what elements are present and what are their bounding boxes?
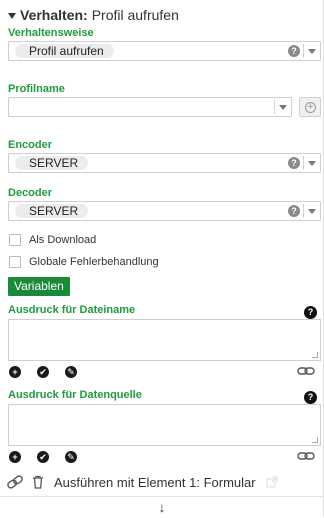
help-icon[interactable]: ? xyxy=(288,45,300,57)
encoder-value: SERVER xyxy=(15,156,89,170)
help-icon[interactable]: ? xyxy=(304,391,317,404)
chevron-down-icon[interactable] xyxy=(279,105,287,110)
trash-icon[interactable] xyxy=(30,474,46,490)
link-icon[interactable] xyxy=(297,449,315,463)
divider xyxy=(303,44,304,58)
check-icon[interactable]: ✔ xyxy=(37,366,49,378)
verhaltensweise-label: Verhaltensweise xyxy=(8,27,94,39)
profilname-label: Profilname xyxy=(8,83,65,95)
arrow-down-icon: ↓ xyxy=(158,499,166,515)
expand-button[interactable]: ↓ xyxy=(0,496,324,517)
footer-row: Ausführen mit Element 1: Formular xyxy=(6,472,278,492)
globale-fehlerbehandlung-label: Globale Fehlerbehandlung xyxy=(29,256,159,268)
check-icon[interactable]: ✔ xyxy=(37,451,49,463)
decoder-select[interactable]: SERVER ? xyxy=(8,201,321,221)
profilname-select[interactable] xyxy=(8,97,292,117)
add-icon[interactable]: + xyxy=(9,451,21,463)
divider xyxy=(303,156,304,170)
chevron-down-icon[interactable] xyxy=(308,209,316,214)
header-title: Profil aufrufen xyxy=(91,7,179,23)
verhaltensweise-value: Profil aufrufen xyxy=(15,44,114,58)
ausdruck-datenquelle-input[interactable] xyxy=(8,404,321,446)
collapse-triangle-icon[interactable] xyxy=(8,12,16,19)
ausdruck-dateiname-input[interactable] xyxy=(8,319,321,361)
ausdruck-datenquelle-label: Ausdruck für Datenquelle xyxy=(8,389,142,401)
link-icon[interactable] xyxy=(6,475,24,489)
decoder-value: SERVER xyxy=(15,204,89,218)
edit-icon[interactable]: ✎ xyxy=(65,451,77,463)
globale-fehlerbehandlung-checkbox[interactable] xyxy=(9,256,21,268)
behavior-panel: Verhalten: Profil aufrufen Verhaltenswei… xyxy=(0,0,324,517)
behavior-header[interactable]: Verhalten: Profil aufrufen xyxy=(8,6,179,24)
link-icon[interactable] xyxy=(297,364,315,378)
ausdruck-dateiname-label: Ausdruck für Dateiname xyxy=(8,304,136,316)
als-download-label: Als Download xyxy=(29,234,97,246)
encoder-label: Encoder xyxy=(8,139,53,151)
variablen-button[interactable]: Variablen xyxy=(8,277,70,296)
external-link-icon[interactable] xyxy=(266,476,278,488)
encoder-select[interactable]: SERVER ? xyxy=(8,153,321,173)
add-profile-button[interactable]: + xyxy=(299,97,321,117)
resize-grip-icon[interactable] xyxy=(312,352,318,358)
als-download-checkbox[interactable] xyxy=(9,234,21,246)
add-icon[interactable]: + xyxy=(9,366,21,378)
header-prefix: Verhalten: xyxy=(20,7,88,23)
footer-text: Ausführen mit Element 1: Formular xyxy=(54,474,256,490)
resize-grip-icon[interactable] xyxy=(312,437,318,443)
divider xyxy=(274,100,275,114)
help-icon[interactable]: ? xyxy=(288,205,300,217)
help-icon[interactable]: ? xyxy=(288,157,300,169)
edit-icon[interactable]: ✎ xyxy=(65,366,77,378)
decoder-label: Decoder xyxy=(8,187,53,199)
chevron-down-icon[interactable] xyxy=(308,49,316,54)
chevron-down-icon[interactable] xyxy=(308,161,316,166)
divider xyxy=(303,204,304,218)
add-circle-icon: + xyxy=(305,102,316,113)
verhaltensweise-select[interactable]: Profil aufrufen ? xyxy=(8,41,321,61)
help-icon[interactable]: ? xyxy=(304,306,317,319)
